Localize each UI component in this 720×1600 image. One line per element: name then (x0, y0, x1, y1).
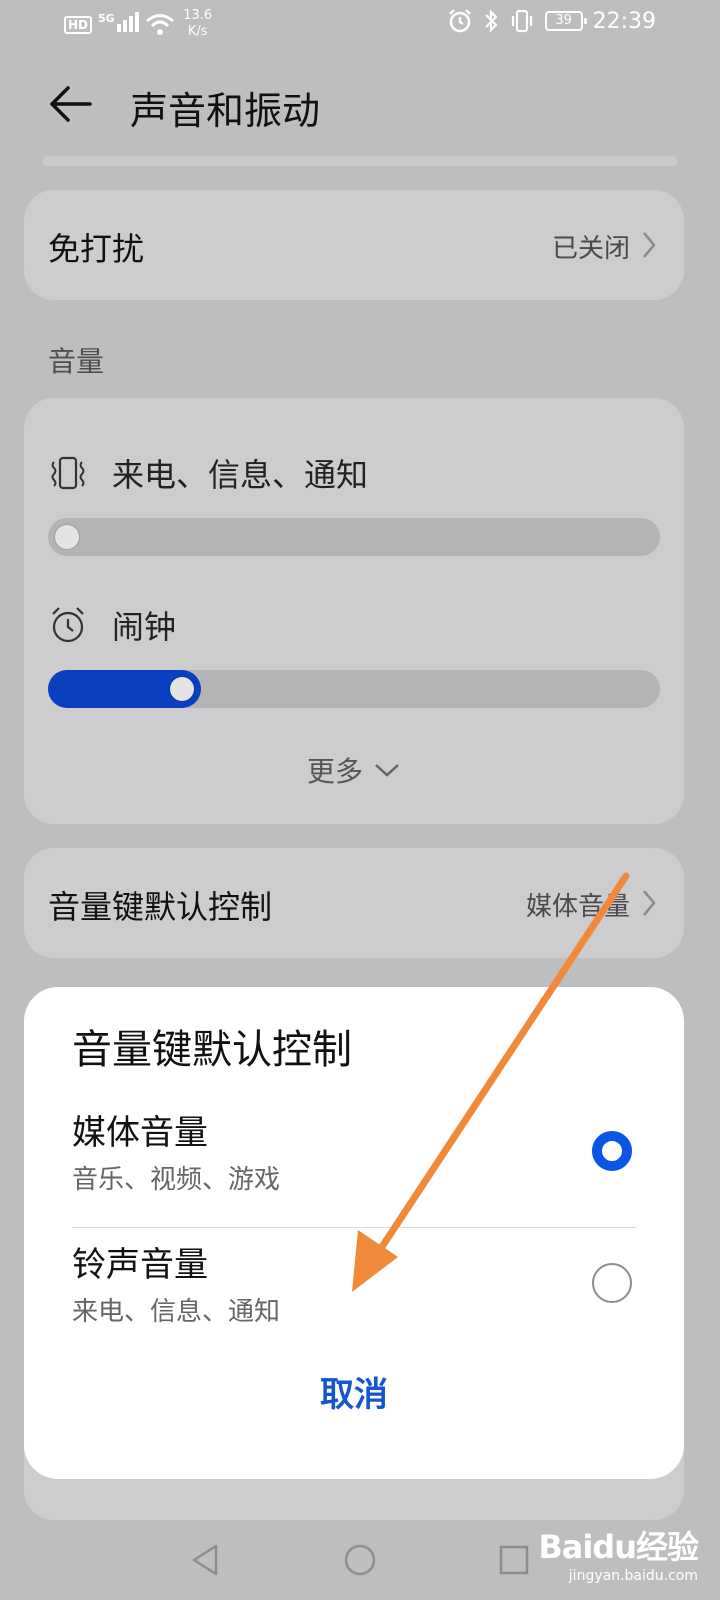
chevron-right-icon (643, 232, 656, 258)
battery-icon: 39 (544, 11, 587, 31)
page-title: 声音和振动 (130, 89, 321, 133)
watermark-main: Baidu经验 (538, 1528, 699, 1566)
chevron-down-icon (375, 764, 399, 777)
ring-volume-item: 来电、信息、通知 (48, 450, 368, 496)
more-button[interactable]: 更多 (24, 750, 684, 790)
alarm-status-icon (448, 9, 471, 33)
wifi-icon (145, 14, 174, 35)
option-subtitle: 音乐、视频、游戏 (72, 1165, 281, 1195)
header: 声音和振动 (0, 62, 720, 146)
clock: 22:39 (592, 8, 656, 34)
volume-key-control-row[interactable]: 音量键默认控制 媒体音量 (24, 848, 684, 958)
network-type-label: 5G (98, 12, 115, 25)
volume-key-value: 媒体音量 (525, 892, 630, 922)
volume-key-dialog: 音量键默认控制 媒体音量 音乐、视频、游戏 铃声音量 来电、信息、通知 取消 (24, 987, 684, 1479)
alarm-icon (52, 607, 84, 643)
more-label: 更多 (306, 755, 363, 788)
scrolled-card-edge (42, 156, 678, 166)
volume-section-title: 音量 (48, 345, 105, 378)
option-subtitle: 来电、信息、通知 (72, 1297, 281, 1327)
ring-volume-label: 来电、信息、通知 (112, 456, 369, 494)
cancel-button[interactable]: 取消 (24, 1367, 684, 1416)
watermark-sub: jingyan.baidu.com (568, 1568, 698, 1584)
alarm-volume-slider[interactable] (48, 670, 660, 708)
back-arrow-icon[interactable] (46, 82, 96, 126)
option-title: 媒体音量 (72, 1113, 208, 1153)
back-triangle-icon[interactable] (186, 1540, 226, 1580)
do-not-disturb-row[interactable]: 免打扰 已关闭 (24, 190, 684, 300)
vibrate-status-icon (511, 9, 532, 33)
radio-unselected[interactable] (592, 1263, 632, 1303)
dnd-label: 免打扰 (48, 230, 145, 268)
status-bar: HD 5G 13.6 K/s 39 22:39 (0, 0, 720, 48)
hd-icon: HD (64, 16, 93, 34)
baidu-watermark: Baidu经验 jingyan.baidu.com (538, 1522, 699, 1584)
ring-volume-thumb[interactable] (55, 525, 79, 549)
net-speed-value: 13.6 (183, 8, 213, 23)
volume-card: 来电、信息、通知 闹钟 更多 (24, 398, 684, 824)
option-ringtone-volume[interactable]: 铃声音量 来电、信息、通知 (72, 1237, 636, 1355)
option-title: 铃声音量 (72, 1245, 208, 1285)
signal-icon: 5G (98, 12, 139, 32)
dnd-value: 已关闭 (551, 234, 630, 264)
alarm-volume-item: 闹钟 (48, 602, 176, 648)
recents-square-icon[interactable] (494, 1540, 534, 1580)
network-speed: 13.6 K/s (181, 8, 215, 40)
home-circle-icon[interactable] (340, 1540, 380, 1580)
ring-volume-slider[interactable] (48, 518, 660, 556)
option-media-volume[interactable]: 媒体音量 音乐、视频、游戏 (72, 1105, 636, 1223)
alarm-volume-thumb[interactable] (170, 677, 194, 701)
volume-key-label: 音量键默认控制 (48, 888, 273, 926)
alarm-volume-label: 闹钟 (112, 608, 177, 646)
navigation-bar: Baidu经验 jingyan.baidu.com (0, 1526, 720, 1600)
chevron-right-icon (643, 890, 656, 916)
option-divider (72, 1227, 636, 1228)
vibrate-icon (51, 456, 85, 490)
dialog-title: 音量键默认控制 (72, 1027, 352, 1073)
bluetooth-icon (484, 9, 498, 33)
radio-selected[interactable] (592, 1131, 632, 1171)
net-speed-unit: K/s (187, 24, 208, 39)
